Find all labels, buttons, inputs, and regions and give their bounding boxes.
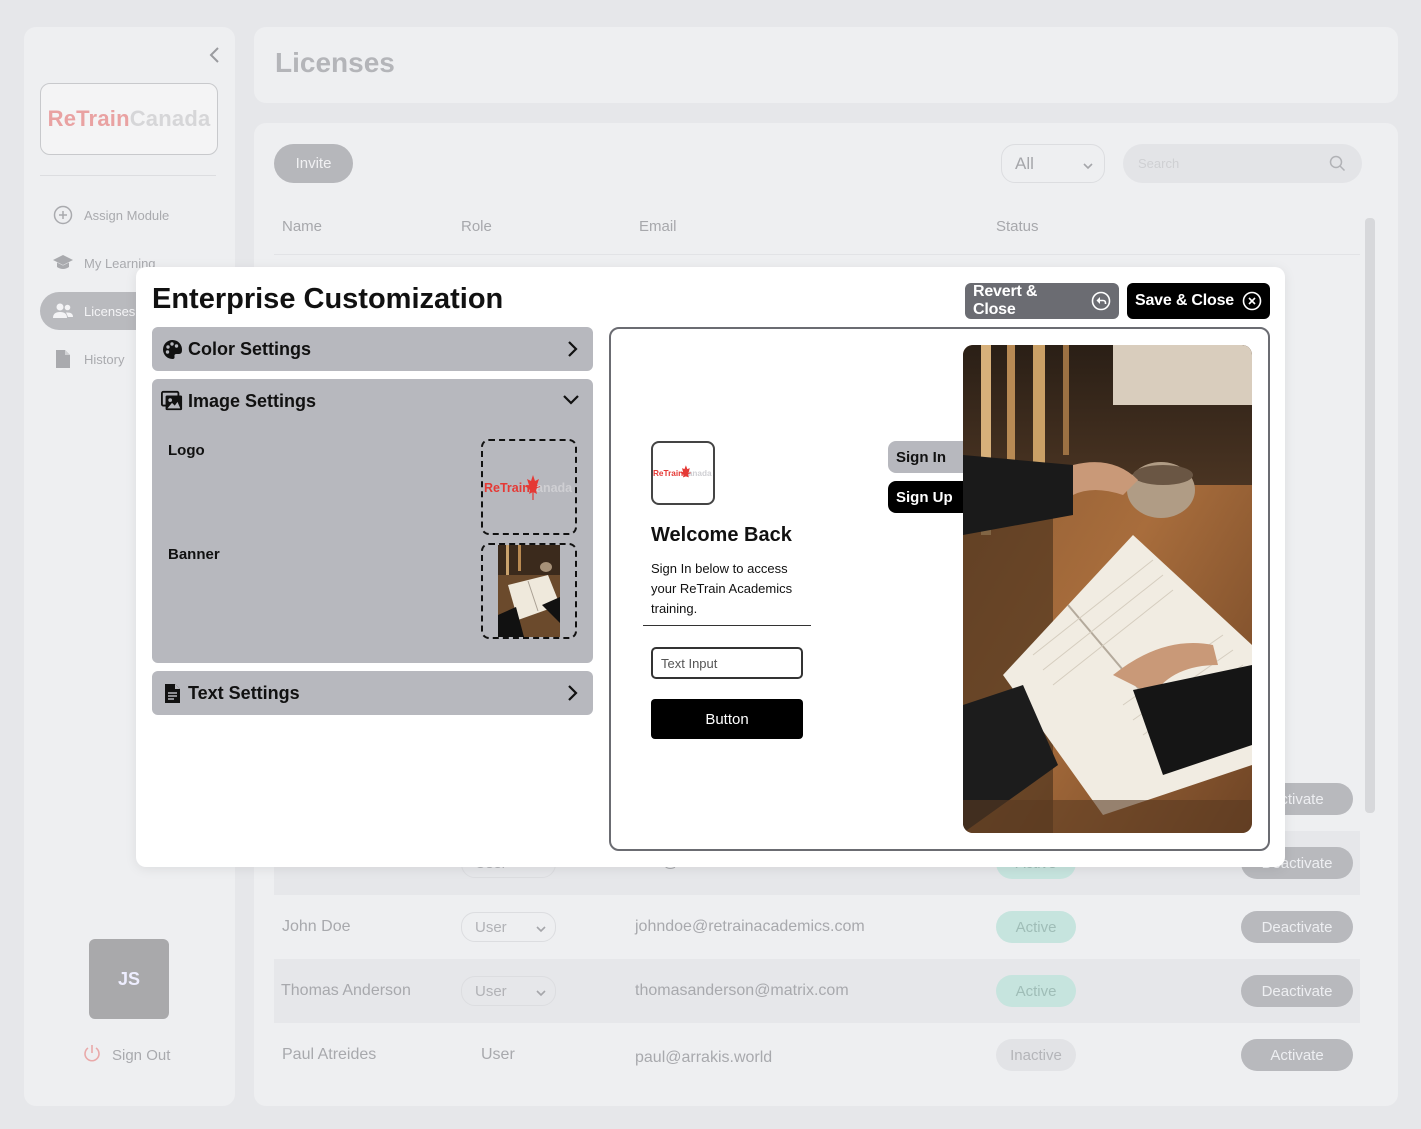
svg-text:anada: anada bbox=[688, 469, 712, 478]
chevron-right-icon bbox=[563, 339, 581, 364]
column-header-status[interactable]: Status bbox=[996, 218, 1039, 235]
banner-upload-dropzone[interactable] bbox=[481, 543, 577, 639]
chevron-right-icon bbox=[563, 683, 581, 708]
logo-upload-dropzone[interactable]: ReTrain anada bbox=[481, 439, 577, 535]
preview-welcome-heading: Welcome Back bbox=[651, 524, 792, 546]
sidebar-divider bbox=[40, 175, 216, 176]
search-input[interactable]: Search bbox=[1123, 144, 1362, 183]
preview-logo: ReTrain anada bbox=[651, 441, 715, 505]
table-scrollbar[interactable] bbox=[1365, 218, 1375, 813]
login-preview-panel: ReTrain anada Welcome Back Sign In below… bbox=[609, 327, 1270, 851]
status-filter-select[interactable]: All bbox=[1001, 144, 1105, 183]
page-title: Licenses bbox=[275, 47, 395, 78]
logo-wordmark: ReTrainCanada bbox=[47, 106, 211, 131]
color-settings-label: Color Settings bbox=[188, 338, 312, 359]
image-settings-accordion: Image Settings Logo ReTrain anada Banner bbox=[152, 379, 593, 663]
sidebar-item-label: Assign Module bbox=[84, 207, 170, 223]
search-placeholder: Search bbox=[1138, 156, 1180, 171]
sign-out-label: Sign Out bbox=[112, 1046, 171, 1064]
image-settings-header[interactable]: Image Settings bbox=[152, 379, 593, 423]
chevron-left-icon bbox=[209, 47, 219, 63]
role-value: User bbox=[475, 918, 507, 936]
revert-icon bbox=[1091, 291, 1111, 311]
chevron-down-icon bbox=[1082, 157, 1094, 177]
status-badge: Active bbox=[996, 911, 1076, 943]
preview-divider bbox=[643, 625, 811, 626]
text-settings-header[interactable]: Text Settings bbox=[152, 671, 593, 715]
column-header-name[interactable]: Name bbox=[282, 218, 322, 235]
preview-description: Sign In below to access your ReTrain Aca… bbox=[651, 561, 793, 616]
row-email: thomasanderson@matrix.com bbox=[635, 982, 849, 999]
logo-label: Logo bbox=[168, 442, 205, 459]
sidebar-item-assign-module[interactable]: Assign Module bbox=[40, 196, 240, 234]
image-settings-label: Image Settings bbox=[188, 390, 317, 411]
search-icon bbox=[1329, 155, 1346, 175]
text-settings-accordion[interactable]: Text Settings bbox=[152, 671, 593, 715]
revert-close-label: Revert & Close bbox=[973, 283, 1038, 318]
close-circle-icon bbox=[1242, 291, 1262, 311]
row-name: John Doe bbox=[282, 918, 351, 935]
page-header: Licenses bbox=[254, 27, 1398, 103]
chevron-down-icon bbox=[561, 391, 581, 414]
table-header-divider bbox=[274, 254, 1360, 255]
sidebar-item-label: History bbox=[84, 351, 125, 367]
avatar[interactable]: JS bbox=[89, 939, 169, 1019]
table-row: Paul Atreides User paul@arrakis.world In… bbox=[274, 1023, 1360, 1087]
preview-logo-image: ReTrain anada bbox=[653, 465, 712, 478]
banner-thumbnail bbox=[498, 545, 560, 637]
banner-label: Banner bbox=[168, 546, 220, 563]
svg-text:ReTrain: ReTrain bbox=[484, 481, 530, 495]
row-email: paul@arrakis.world bbox=[635, 1049, 773, 1066]
save-close-button[interactable]: Save & Close bbox=[1127, 283, 1270, 319]
sign-out-button[interactable]: Sign Out bbox=[82, 1043, 170, 1067]
preview-button[interactable]: Button bbox=[651, 699, 803, 739]
row-name: Thomas Anderson bbox=[281, 982, 411, 999]
chevron-down-icon bbox=[535, 922, 547, 939]
status-badge: Active bbox=[996, 975, 1076, 1007]
preview-text-input[interactable]: Text Input bbox=[651, 647, 803, 679]
color-settings-accordion[interactable]: Color Settings bbox=[152, 327, 593, 371]
file-icon bbox=[52, 348, 74, 370]
enterprise-customization-modal: Enterprise Customization Revert & Close … bbox=[136, 267, 1285, 867]
role-select[interactable]: User bbox=[461, 912, 556, 942]
sidebar-logo: ReTrainCanada bbox=[40, 83, 218, 155]
color-settings-header[interactable]: Color Settings bbox=[152, 327, 593, 371]
column-header-email[interactable]: Email bbox=[639, 218, 677, 235]
preview-banner-image bbox=[963, 345, 1252, 833]
svg-text:anada: anada bbox=[536, 481, 573, 495]
role-value: User bbox=[475, 982, 507, 1000]
preview-sign-up-tab[interactable]: Sign Up bbox=[888, 481, 966, 513]
row-email: johndoe@retrainacademics.com bbox=[635, 918, 865, 935]
preview-sign-in-tab[interactable]: Sign In bbox=[888, 441, 966, 473]
svg-text:ReTrain: ReTrain bbox=[653, 469, 683, 478]
logo-thumbnail: ReTrain anada bbox=[484, 475, 573, 500]
activate-button[interactable]: Activate bbox=[1241, 1039, 1353, 1071]
text-settings-label: Text Settings bbox=[188, 682, 300, 703]
graduation-cap-icon bbox=[52, 252, 74, 274]
deactivate-button[interactable]: Deactivate bbox=[1241, 911, 1353, 943]
revert-close-button[interactable]: Revert & Close bbox=[965, 283, 1119, 319]
plus-circle-icon bbox=[52, 204, 74, 226]
role-select[interactable]: User bbox=[461, 976, 556, 1006]
column-header-role[interactable]: Role bbox=[461, 218, 492, 235]
invite-button[interactable]: Invite bbox=[274, 144, 353, 183]
power-icon bbox=[82, 1043, 102, 1067]
row-name: Paul Atreides bbox=[282, 1046, 377, 1063]
table-row: John Doe User johndoe@retrainacademics.c… bbox=[274, 895, 1360, 959]
role-value: User bbox=[481, 1046, 515, 1063]
palette-icon bbox=[161, 338, 183, 360]
document-icon bbox=[161, 682, 183, 704]
collapse-sidebar-button[interactable] bbox=[206, 45, 224, 65]
images-icon bbox=[161, 390, 183, 412]
table-row: Thomas Anderson User thomasanderson@matr… bbox=[274, 959, 1360, 1023]
deactivate-button[interactable]: Deactivate bbox=[1241, 975, 1353, 1007]
filter-value: All bbox=[1015, 153, 1034, 173]
preview-input-placeholder: Text Input bbox=[661, 655, 718, 671]
users-icon bbox=[52, 300, 74, 322]
sidebar-item-label: Licenses bbox=[84, 303, 136, 319]
status-badge: Inactive bbox=[996, 1039, 1076, 1071]
save-close-label: Save & Close bbox=[1135, 292, 1234, 309]
chevron-down-icon bbox=[535, 986, 547, 1003]
modal-title: Enterprise Customization bbox=[152, 283, 504, 315]
